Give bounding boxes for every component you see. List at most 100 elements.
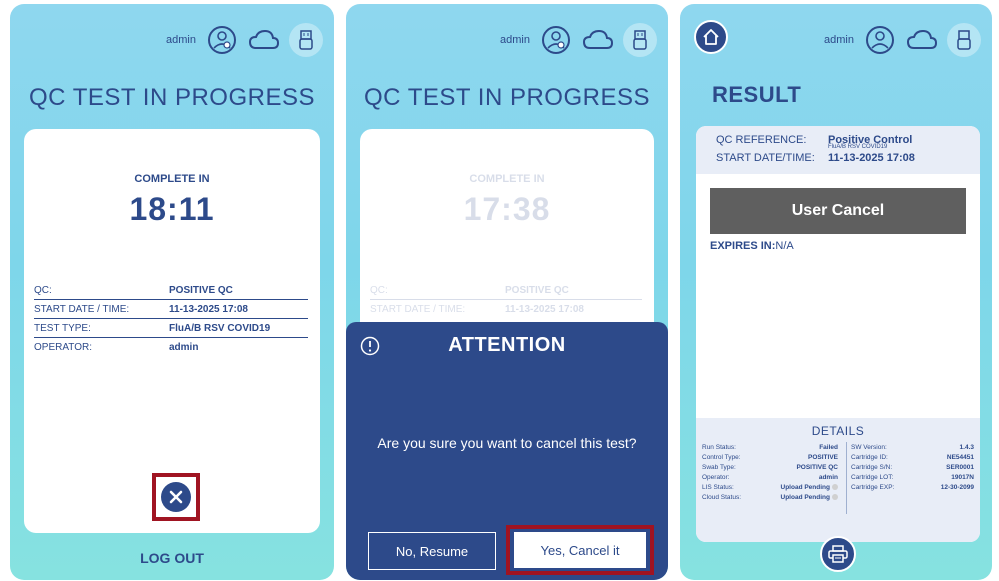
logout-button[interactable]: LOG OUT	[10, 550, 334, 566]
page-title: RESULT	[712, 82, 802, 107]
page-title: QC TEST IN PROGRESS	[363, 84, 650, 111]
info-row: QC: POSITIVE QC	[370, 281, 642, 300]
usb-icon[interactable]	[288, 22, 324, 58]
start-datetime-row: START DATE/TIME: 11-13-2025 17:08	[716, 152, 915, 164]
detail-key: Cloud Status:	[702, 493, 742, 501]
detail-key: Swab Type:	[702, 463, 736, 471]
detail-row: Cartridge ID: NE54451	[851, 452, 974, 462]
info-key: QC:	[34, 284, 52, 296]
countdown-timer: 18:11	[129, 191, 215, 227]
status-dot-icon	[832, 483, 838, 490]
screen-result: admin RESULT QC REFERENCE: Positive Contr…	[680, 4, 992, 580]
detail-value: admin	[818, 473, 838, 481]
details-panel: DETAILS Run Status: Failed Control Type: P…	[696, 418, 980, 542]
dialog-title: ATTENTION	[448, 334, 566, 356]
info-value: POSITIVE QC	[505, 284, 569, 296]
close-icon	[169, 490, 183, 504]
status-bar: admin	[500, 22, 658, 58]
complete-in-label: COMPLETE IN	[134, 173, 210, 185]
countdown-timer: 17:38	[463, 191, 551, 227]
screen-cancel-confirm: admin QC TEST IN PROGRESS COMPLETE IN 17…	[346, 4, 668, 580]
home-icon	[703, 29, 719, 45]
printer-icon	[828, 545, 848, 563]
screen-qc-in-progress: admin QC TEST IN PROGRESS COMPLETE IN 18…	[10, 4, 334, 580]
status-dot-icon	[832, 493, 838, 500]
info-value: admin	[169, 342, 199, 353]
detail-value: Failed	[819, 443, 838, 451]
detail-key: Cartridge S/N:	[851, 463, 893, 471]
detail-value: Upload Pending	[780, 483, 830, 491]
dialog-header: ATTENTION	[360, 334, 654, 360]
confirm-cancel-button[interactable]: Yes, Cancel it	[514, 532, 646, 568]
detail-row: Cartridge EXP: 12-30-2099	[851, 482, 974, 492]
detail-value: 12-30-2099	[940, 483, 974, 491]
username-label: admin	[824, 34, 854, 46]
detail-value: POSITIVE	[808, 453, 838, 461]
test-info-table: QC: POSITIVE QC START DATE / TIME: 11-13…	[34, 281, 308, 357]
detail-key: Cartridge ID:	[851, 453, 888, 461]
result-header: QC REFERENCE: Positive Control FluA/B RSV…	[696, 126, 980, 174]
info-row: QC: POSITIVE QC	[34, 281, 308, 300]
start-datetime-value: 11-13-2025 17:08	[828, 152, 915, 164]
info-key: START DATE / TIME:	[370, 304, 466, 315]
test-card: COMPLETE IN 18:11 QC: POSITIVE QC START …	[24, 129, 320, 533]
details-left-column: Run Status: Failed Control Type: POSITIVE …	[702, 442, 838, 502]
detail-row: Control Type: POSITIVE	[702, 452, 838, 462]
detail-value: 1.4.3	[959, 443, 974, 451]
detail-key: Control Type:	[702, 453, 741, 461]
detail-key: Cartridge EXP:	[851, 483, 895, 491]
detail-row: Cartridge S/N: SER0001	[851, 462, 974, 472]
detail-value: SER0001	[946, 463, 974, 471]
info-row: START DATE / TIME: 11-13-2025 17:08	[34, 300, 308, 319]
usb-icon[interactable]	[946, 22, 982, 58]
info-value: 11-13-2025 17:08	[505, 304, 584, 315]
detail-key: Cartridge LOT:	[851, 473, 894, 481]
info-value: FluA/B RSV COVID19	[169, 322, 271, 334]
expires-row: EXPIRES IN:N/A	[710, 240, 794, 252]
cancel-test-highlight	[152, 473, 200, 521]
result-status-banner: User Cancel	[710, 188, 966, 234]
qc-reference-subtitle: FluA/B RSV COVID19	[828, 144, 888, 150]
user-gear-icon[interactable]	[204, 22, 240, 58]
info-key: OPERATOR:	[34, 342, 92, 353]
info-row: TEST TYPE: FluA/B RSV COVID19	[34, 319, 308, 338]
detail-key: Run Status:	[702, 443, 736, 451]
resume-button[interactable]: No, Resume	[368, 532, 496, 570]
start-datetime-label: START DATE/TIME:	[716, 152, 815, 164]
details-right-column: SW Version: 1.4.3 Cartridge ID: NE54451 Ca…	[846, 442, 974, 514]
user-gear-icon[interactable]	[862, 22, 898, 58]
cloud-icon[interactable]	[246, 22, 282, 58]
print-button[interactable]	[820, 536, 856, 572]
info-key: TEST TYPE:	[34, 322, 91, 334]
detail-value: NE54451	[946, 453, 974, 461]
usb-icon[interactable]	[622, 22, 658, 58]
cloud-icon[interactable]	[904, 22, 940, 58]
detail-row: SW Version: 1.4.3	[851, 442, 974, 452]
cloud-icon[interactable]	[580, 22, 616, 58]
username-label: admin	[166, 34, 196, 46]
dialog-message: Are you sure you want to cancel this tes…	[377, 435, 637, 451]
info-value: 11-13-2025 17:08	[169, 303, 248, 315]
info-key: START DATE / TIME:	[34, 303, 130, 315]
result-card: QC REFERENCE: Positive Control FluA/B RSV…	[696, 126, 980, 542]
detail-row: Operator: admin	[702, 472, 838, 482]
page-title: QC TEST IN PROGRESS	[28, 84, 315, 111]
user-gear-icon[interactable]	[538, 22, 574, 58]
confirm-cancel-highlight: Yes, Cancel it	[506, 525, 654, 575]
detail-value: 19017N	[951, 473, 974, 481]
info-value: POSITIVE QC	[169, 284, 233, 296]
details-title: DETAILS	[811, 424, 865, 438]
detail-value: Upload Pending	[780, 493, 830, 501]
detail-row: LIS Status: Upload Pending	[702, 482, 838, 492]
cancel-test-button[interactable]	[161, 482, 191, 512]
info-row: START DATE / TIME: 11-13-2025 17:08	[370, 300, 642, 319]
info-row: OPERATOR: admin	[34, 338, 308, 357]
detail-key: SW Version:	[851, 443, 887, 451]
home-button[interactable]	[694, 20, 728, 54]
attention-dialog: ATTENTION Are you sure you want to cance…	[346, 322, 668, 580]
expires-label: EXPIRES IN:	[710, 240, 776, 252]
stage: admin QC TEST IN PROGRESS COMPLETE IN 18…	[0, 0, 999, 581]
status-bar: admin	[166, 22, 324, 58]
qc-reference-label: QC REFERENCE:	[716, 134, 807, 146]
detail-row: Cloud Status: Upload Pending	[702, 492, 838, 502]
